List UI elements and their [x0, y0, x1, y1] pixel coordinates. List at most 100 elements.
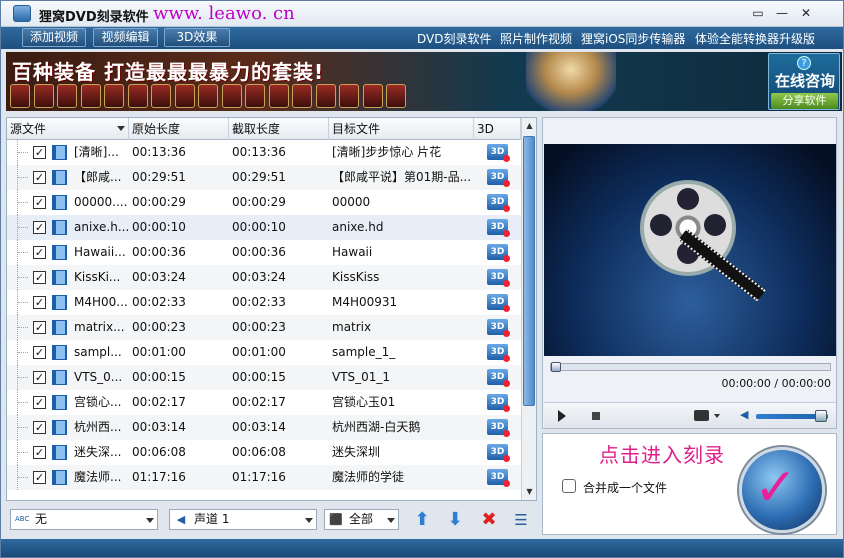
original-length-cell: 00:02:17 [132, 395, 186, 409]
edit-video-button[interactable]: 视频编辑 [93, 28, 158, 47]
list-rows: ✓ [清晰]... 00:13:36 00:13:36 [清晰]步步惊心 片花 3D ✓ 【郎… [7, 140, 521, 500]
table-row[interactable]: ✓ VTS_0... 00:00:15 00:00:15 VTS_01_1 3D [7, 365, 521, 390]
source-file-cell: 魔法师... [74, 470, 122, 484]
cut-length-cell: 00:29:51 [232, 170, 286, 184]
3d-badge-icon[interactable]: 3D [487, 194, 510, 212]
scroll-down-icon[interactable]: ▼ [522, 484, 537, 500]
stop-icon[interactable] [592, 412, 600, 420]
link-ios-transfer[interactable]: 狸窝iOS同步传输器 [581, 30, 685, 47]
table-row[interactable]: ✓ anixe.h... 00:00:10 00:00:10 anixe.hd 3D [7, 215, 521, 240]
audio-track-select[interactable]: ◀ 声道 1 [169, 509, 317, 530]
table-row[interactable]: ✓ KissKi... 00:03:24 00:03:24 KissKiss 3D [7, 265, 521, 290]
play-icon[interactable] [558, 410, 566, 422]
ad-banner[interactable]: 百种装备 打造最最最暴力的套装! [6, 52, 842, 111]
header-target-file[interactable]: 目标文件 [329, 118, 474, 140]
row-checkbox[interactable]: ✓ [33, 246, 46, 259]
subtitle-select[interactable]: ABC 无 [10, 509, 158, 530]
vertical-scrollbar[interactable]: ▲ ▼ [521, 118, 536, 500]
move-down-icon[interactable]: ⬇ [444, 509, 466, 531]
3d-badge-icon[interactable]: 3D [487, 269, 510, 287]
3d-badge-icon[interactable]: 3D [487, 169, 510, 187]
header-original-length[interactable]: 原始长度 [129, 118, 229, 140]
3d-badge-icon[interactable]: 3D [487, 344, 510, 362]
3d-badge-icon[interactable]: 3D [487, 394, 510, 412]
header-cut-length[interactable]: 截取长度 [229, 118, 329, 140]
table-row[interactable]: ✓ 魔法师... 01:17:16 01:17:16 魔法师的学徒 3D [7, 465, 521, 490]
3d-effect-button[interactable]: 3D效果 [164, 28, 230, 47]
3d-badge-icon[interactable]: 3D [487, 294, 510, 312]
row-checkbox[interactable]: ✓ [33, 196, 46, 209]
player-controls: ◀ [544, 402, 836, 428]
3d-badge-icon[interactable]: 3D [487, 369, 510, 387]
cut-length-cell: 00:13:36 [232, 145, 286, 159]
header-source[interactable]: 源文件 [7, 118, 129, 140]
3d-badge-icon[interactable]: 3D [487, 244, 510, 262]
minimize-icon[interactable]: — [771, 5, 793, 22]
banner-equipment-item [10, 84, 30, 108]
row-checkbox[interactable]: ✓ [33, 296, 46, 309]
table-row[interactable]: ✓ 杭州西... 00:03:14 00:03:14 杭州西湖-白天鹅 3D [7, 415, 521, 440]
close-icon[interactable]: ✕ [795, 5, 817, 22]
table-row[interactable]: ✓ 00000.... 00:00:29 00:00:29 00000 3D [7, 190, 521, 215]
time-display: 00:00:00 / 00:00:00 [721, 377, 831, 390]
clear-list-icon[interactable]: ☰ [510, 509, 532, 531]
row-checkbox[interactable]: ✓ [33, 146, 46, 159]
volume-handle[interactable] [815, 410, 828, 422]
3d-badge-icon[interactable]: 3D [487, 419, 510, 437]
restore-icon[interactable]: ▭ [747, 5, 769, 22]
link-converter-upgrade[interactable]: 体验全能转换器升级版 [695, 30, 815, 47]
delete-icon[interactable]: ✖ [478, 509, 500, 531]
row-checkbox[interactable]: ✓ [33, 321, 46, 334]
chevron-down-icon[interactable] [714, 414, 720, 418]
snapshot-camera-icon[interactable] [694, 410, 709, 421]
table-row[interactable]: ✓ 迷失深... 00:06:08 00:06:08 迷失深圳 3D [7, 440, 521, 465]
merge-label[interactable]: 合并成一个文件 [583, 479, 667, 496]
table-row[interactable]: ✓ 【郎咸... 00:29:51 00:29:51 【郎咸平说】第01期-品... 3D [7, 165, 521, 190]
row-checkbox[interactable]: ✓ [33, 471, 46, 484]
3d-badge-icon[interactable]: 3D [487, 144, 510, 162]
3d-badge-icon[interactable]: 3D [487, 319, 510, 337]
table-row[interactable]: ✓ Hawaii... 00:00:36 00:00:36 Hawaii 3D [7, 240, 521, 265]
target-file-cell: KissKiss [332, 270, 380, 284]
seek-bar[interactable] [550, 362, 831, 372]
website-url[interactable]: www. leawo. cn [153, 3, 295, 24]
table-row[interactable]: ✓ matrix... 00:00:23 00:00:23 matrix 3D [7, 315, 521, 340]
table-row[interactable]: ✓ 宫锁心... 00:02:17 00:02:17 宫锁心玉01 3D [7, 390, 521, 415]
row-checkbox[interactable]: ✓ [33, 171, 46, 184]
original-length-cell: 00:01:00 [132, 345, 186, 359]
link-dvd-burner[interactable]: DVD刻录软件 [417, 30, 491, 47]
checkmark-icon: ✓ [754, 458, 798, 518]
move-up-icon[interactable]: ⬆ [411, 509, 433, 531]
cut-length-cell: 00:03:14 [232, 420, 286, 434]
3d-badge-icon[interactable]: 3D [487, 469, 510, 487]
row-checkbox[interactable]: ✓ [33, 346, 46, 359]
scroll-thumb[interactable] [523, 136, 535, 406]
video-file-icon [52, 245, 67, 260]
row-checkbox[interactable]: ✓ [33, 421, 46, 434]
add-video-button[interactable]: 添加视频 [22, 28, 86, 47]
volume-slider[interactable] [756, 410, 828, 422]
scroll-up-icon[interactable]: ▲ [522, 118, 537, 134]
merge-checkbox[interactable] [562, 479, 576, 493]
filter-icon: ⬛ [329, 513, 343, 526]
filter-select[interactable]: ⬛ 全部 [324, 509, 399, 530]
chevron-down-icon [305, 518, 313, 523]
link-photo-video[interactable]: 照片制作视频 [500, 30, 572, 47]
seek-handle[interactable] [551, 362, 561, 372]
row-checkbox[interactable]: ✓ [33, 371, 46, 384]
3d-badge-icon[interactable]: 3D [487, 444, 510, 462]
3d-badge-icon[interactable]: 3D [487, 219, 510, 237]
row-checkbox[interactable]: ✓ [33, 221, 46, 234]
row-checkbox[interactable]: ✓ [33, 446, 46, 459]
header-3d[interactable]: 3D [474, 118, 521, 140]
volume-icon[interactable]: ◀ [740, 409, 752, 421]
row-checkbox[interactable]: ✓ [33, 271, 46, 284]
burn-button[interactable]: ✓ [739, 447, 825, 533]
table-row[interactable]: ✓ [清晰]... 00:13:36 00:13:36 [清晰]步步惊心 片花 3D [7, 140, 521, 165]
share-software-button[interactable]: 分享软件 [771, 93, 838, 109]
table-row[interactable]: ✓ M4H00... 00:02:33 00:02:33 M4H00931 3D [7, 290, 521, 315]
video-preview[interactable] [544, 144, 836, 356]
online-consult-button[interactable]: ? 在线咨询 分享软件 [768, 53, 840, 110]
table-row[interactable]: ✓ sampl... 00:01:00 00:01:00 sample_1_ 3D [7, 340, 521, 365]
row-checkbox[interactable]: ✓ [33, 396, 46, 409]
